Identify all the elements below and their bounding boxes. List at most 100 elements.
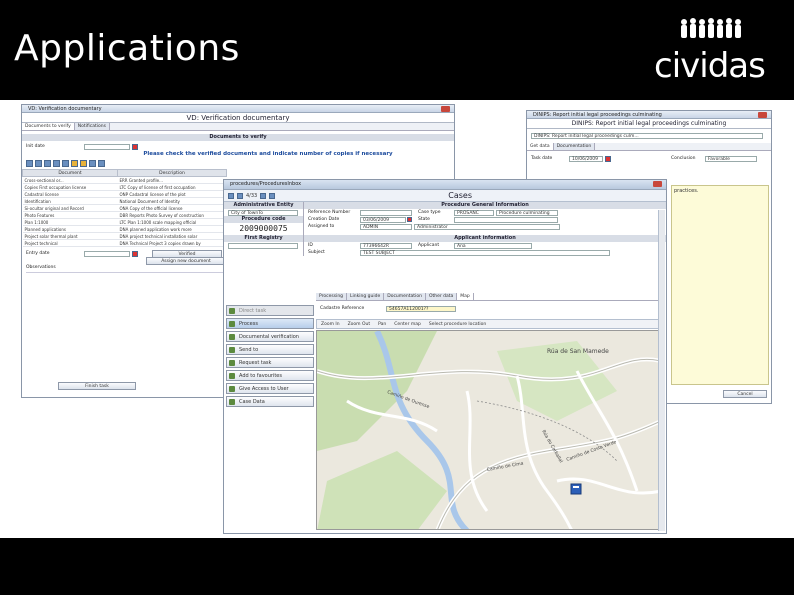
cell-document: Photo Features <box>22 211 118 219</box>
state-input[interactable] <box>454 216 558 223</box>
cell-document: Project solar thermal plant <box>22 232 118 240</box>
memo-area[interactable]: practices. <box>671 185 769 385</box>
init-date-input[interactable] <box>84 143 130 150</box>
calendar-icon[interactable] <box>132 250 138 257</box>
init-date-row: Init date <box>22 143 454 150</box>
case-tab[interactable]: Documentation <box>384 293 426 300</box>
action-button[interactable]: Direct task <box>226 305 314 316</box>
finish-task-button[interactable]: Finish task <box>58 382 136 390</box>
assigned-code[interactable]: ADMIN <box>360 223 412 230</box>
case-header: Administrative Entity City of TownTo Pro… <box>224 202 666 235</box>
table-row[interactable]: Project technical DNA Technical Project 3… <box>22 239 227 247</box>
table-row[interactable]: Project solar thermal plant DNA project t… <box>22 232 227 240</box>
case-type-desc[interactable]: Procedure culminating <box>496 209 558 216</box>
action-button[interactable]: Process <box>226 318 314 329</box>
col-document[interactable]: Document <box>22 169 118 177</box>
ref-input[interactable] <box>360 209 412 216</box>
scrollbar[interactable] <box>658 210 665 531</box>
calendar-icon[interactable] <box>132 143 138 150</box>
window-title: procedures/ProceduresInbox <box>230 181 302 187</box>
action-button[interactable]: Request task <box>226 357 314 368</box>
cell-description: DNA planned application work more <box>117 225 227 233</box>
table-row[interactable]: Identification National Document of Ident… <box>22 197 227 205</box>
table-row[interactable]: Copies First occupation license LTC Copy … <box>22 183 227 191</box>
cadastre-input[interactable]: 54657A112001?? <box>386 305 456 312</box>
toolbar-icon[interactable] <box>44 160 51 167</box>
state-label: State <box>418 217 430 222</box>
table-row[interactable]: Si-ocultar original and Record ONA Copy o… <box>22 204 227 212</box>
admin-entity-row: City of TownTo <box>224 209 303 216</box>
admin-entity-field[interactable]: City of TownTo <box>228 209 298 216</box>
toolbar-icon[interactable] <box>26 160 33 167</box>
toolbar-icon[interactable] <box>89 160 96 167</box>
entry-date-input[interactable] <box>84 250 130 257</box>
table-row[interactable]: Cross-sectional or... ERR Granted profile… <box>22 176 227 184</box>
window-title: VD: Verification documentary <box>28 106 102 112</box>
tab-get-data[interactable]: Get data <box>527 143 554 150</box>
map-tool[interactable]: Zoom In <box>321 322 340 327</box>
case-tab[interactable]: Map <box>457 293 474 300</box>
toolbar-icon[interactable] <box>62 160 69 167</box>
registry-field[interactable] <box>228 242 298 249</box>
action-button[interactable]: Give Access to User <box>226 383 314 394</box>
map-view[interactable]: Rúa de San Mamede Camiño de Ourense Cami… <box>316 330 660 530</box>
procedure-code: 2009000075 <box>224 223 303 235</box>
table-row[interactable]: Cadastral license ONP Cadastral license o… <box>22 190 227 198</box>
tab-documents-to-verify[interactable]: Documents to verify <box>22 123 75 130</box>
tab-notifications[interactable]: Notifications <box>74 123 110 130</box>
close-icon[interactable] <box>653 181 662 187</box>
calendar-icon[interactable] <box>605 155 611 162</box>
titlebar: procedures/ProceduresInbox <box>224 180 666 190</box>
action-button[interactable]: Add to favourites <box>226 370 314 381</box>
col-description[interactable]: Description <box>117 169 227 177</box>
close-icon[interactable] <box>441 106 450 112</box>
id-row: ID 77396642R Applicant Ana <box>304 242 666 249</box>
next-page-icon[interactable] <box>260 192 267 199</box>
procedure-field[interactable]: DINIPS: Report initial legal proceedings… <box>531 132 763 139</box>
tab-documentation[interactable]: Documentation <box>553 143 596 150</box>
creation-input[interactable]: 03/06/2009 <box>360 216 406 223</box>
case-tab[interactable]: Other data <box>425 293 458 300</box>
cases-window: procedures/ProceduresInbox 4/33 Cases Ad… <box>223 179 667 534</box>
subject-input[interactable]: TEST SUBJECT <box>360 249 610 256</box>
conclusion-label: Conclusion <box>671 156 696 161</box>
ref-row: Reference Number Case type PROSANC Proce… <box>304 209 666 216</box>
doc-toolbar <box>22 158 454 169</box>
toolbar-icon[interactable] <box>71 160 78 167</box>
case-type-code[interactable]: PROSANC <box>454 209 494 216</box>
action-button[interactable]: Send to <box>226 344 314 355</box>
id-input[interactable]: 77396642R <box>360 242 412 249</box>
task-date-input[interactable]: 10/06/2009 <box>569 155 603 162</box>
map-canvas[interactable]: Rúa de San Mamede Camiño de Ourense Cami… <box>317 331 660 530</box>
map-tool[interactable]: Pan <box>378 322 386 327</box>
applicant-label: Applicant <box>418 243 440 248</box>
map-tool[interactable]: Zoom Out <box>348 322 371 327</box>
calendar-icon[interactable] <box>407 217 412 222</box>
case-tab[interactable]: Processing <box>316 293 348 300</box>
prev-page-icon[interactable] <box>237 192 243 199</box>
action-button[interactable]: Documental verification <box>226 331 314 342</box>
map-toolbar: Zoom In Zoom Out Pan Center map Select proce… <box>316 319 660 329</box>
first-page-icon[interactable] <box>228 192 234 199</box>
case-tab[interactable]: Linking guide <box>347 293 385 300</box>
toolbar-icon[interactable] <box>53 160 60 167</box>
cell-document: Plan 1:1000 <box>22 218 118 226</box>
table-row[interactable]: Photo Features DBR Reports Photo Survey o… <box>22 211 227 219</box>
cell-description: National Document of Identity <box>117 197 227 205</box>
assigned-name[interactable]: Administrator <box>414 223 560 230</box>
location-marker-icon[interactable] <box>570 483 582 495</box>
assign-document-button[interactable]: Assign new document <box>146 256 226 265</box>
close-icon[interactable] <box>758 112 767 118</box>
toolbar-icon[interactable] <box>80 160 87 167</box>
map-tool[interactable]: Center map <box>394 322 421 327</box>
conclusion-select[interactable]: Favorable <box>705 155 757 162</box>
cancel-button[interactable]: Cancel <box>723 390 767 398</box>
table-row[interactable]: Plan 1:1000 LTC Plan 1:1000 scale mapping… <box>22 218 227 226</box>
toolbar-icon[interactable] <box>98 160 105 167</box>
toolbar-icon[interactable] <box>35 160 42 167</box>
applicant-input[interactable]: Ana <box>454 242 532 249</box>
action-button[interactable]: Case Data <box>226 396 314 407</box>
map-tool[interactable]: Select procedure location <box>429 322 486 327</box>
table-row[interactable]: Planned applications DNA planned applicat… <box>22 225 227 233</box>
last-page-icon[interactable] <box>269 192 276 199</box>
